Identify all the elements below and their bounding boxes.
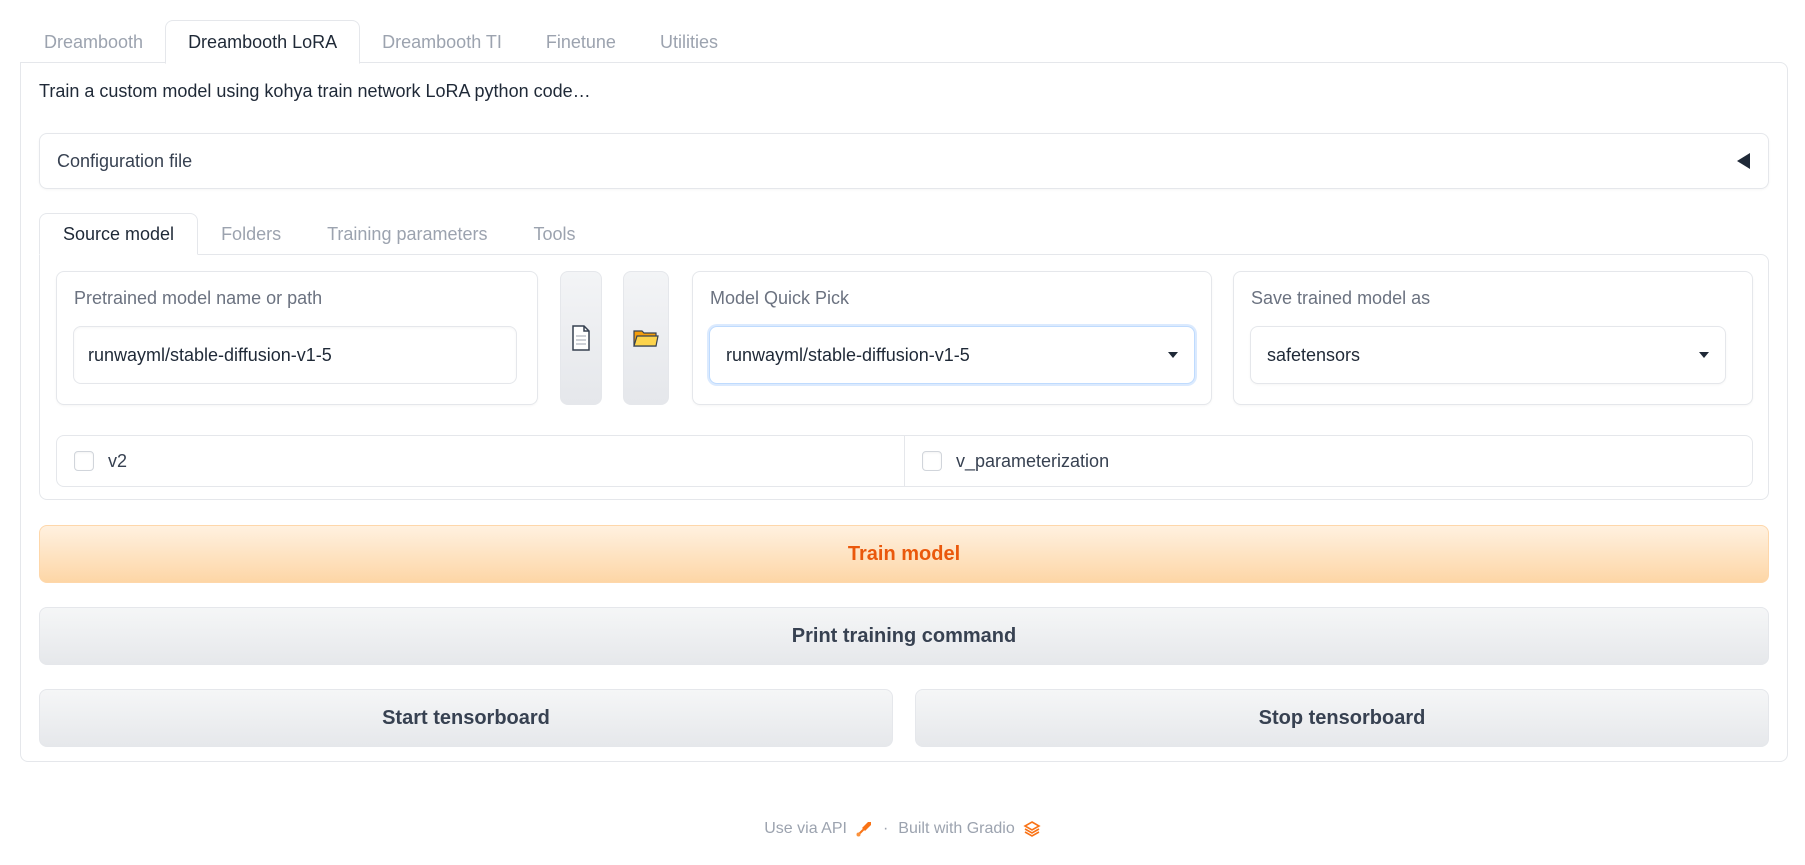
save-trained-model-dropdown[interactable]: safetensors	[1250, 326, 1726, 384]
checkbox-box[interactable]	[74, 451, 94, 471]
tab-tools[interactable]: Tools	[511, 213, 599, 255]
v2-checkbox[interactable]: v2	[57, 436, 904, 486]
pretrained-model-input[interactable]	[73, 326, 517, 384]
tab-utilities[interactable]: Utilities	[638, 20, 740, 64]
footer-separator: ·	[882, 820, 889, 837]
v2-label: v2	[108, 450, 128, 471]
print-training-command-button[interactable]: Print training command	[39, 607, 1769, 665]
use-via-api-label: Use via API	[764, 820, 847, 837]
model-quick-pick-label: Model Quick Pick	[710, 288, 850, 308]
chevron-down-icon	[1699, 352, 1709, 358]
v-parameterization-checkbox[interactable]: v_parameterization	[904, 436, 1752, 486]
built-with-gradio-label: Built with Gradio	[898, 820, 1015, 837]
gradio-logo-icon	[1023, 821, 1041, 837]
start-tensorboard-button[interactable]: Start tensorboard	[39, 689, 893, 747]
model-quick-pick-block: Model Quick Pick runwayml/stable-diffusi…	[692, 271, 1212, 405]
source-model-panel: Pretrained model name or path runwayml/s…	[39, 254, 1769, 500]
stop-tensorboard-button[interactable]: Stop tensorboard	[915, 689, 1769, 747]
model-quick-pick-value: runwayml/stable-diffusion-v1-5	[726, 344, 970, 365]
model-flags-row: v2 v_parameterization	[56, 435, 1753, 487]
train-model-button[interactable]: Train model	[39, 525, 1769, 583]
top-tab-bar: Dreambooth Dreambooth LoRA Dreambooth TI…	[22, 20, 740, 64]
pretrained-model-label: Pretrained model name or path	[74, 288, 323, 308]
save-trained-model-value: safetensors	[1267, 344, 1361, 365]
app-root: Dreambooth Dreambooth LoRA Dreambooth TI…	[0, 0, 1805, 865]
tab-folders[interactable]: Folders	[198, 213, 304, 255]
save-trained-model-label: Save trained model as	[1251, 288, 1431, 308]
configuration-file-accordion[interactable]: Configuration file	[39, 133, 1769, 189]
document-icon	[572, 325, 590, 351]
folder-icon	[633, 330, 659, 347]
triangle-left-icon	[1737, 153, 1750, 169]
tab-finetune[interactable]: Finetune	[524, 20, 638, 64]
tab-source-model[interactable]: Source model	[39, 213, 199, 255]
page-description: Train a custom model using kohya train n…	[39, 81, 591, 101]
tab-training-parameters[interactable]: Training parameters	[304, 213, 510, 255]
chevron-down-icon	[1168, 352, 1178, 358]
rocket-icon	[856, 822, 871, 837]
tab-dreambooth-ti[interactable]: Dreambooth TI	[360, 20, 524, 64]
configuration-file-label: Configuration file	[57, 150, 193, 171]
built-with-gradio-link[interactable]: Built with Gradio	[898, 820, 1041, 838]
save-trained-model-block: Save trained model as safetensors	[1233, 271, 1753, 405]
use-via-api-link[interactable]: Use via API	[764, 820, 873, 838]
select-file-button[interactable]	[560, 271, 602, 405]
checkbox-box[interactable]	[922, 451, 942, 471]
inner-tab-bar: Source model Folders Training parameters…	[39, 213, 599, 255]
model-quick-pick-dropdown[interactable]: runwayml/stable-diffusion-v1-5	[709, 326, 1195, 384]
v-parameterization-label: v_parameterization	[956, 450, 1110, 471]
select-folder-button[interactable]	[623, 271, 669, 405]
tab-dreambooth[interactable]: Dreambooth	[22, 20, 165, 64]
main-panel: Train a custom model using kohya train n…	[20, 62, 1788, 762]
footer: Use via API · Built with Gradio	[0, 820, 1805, 838]
pretrained-model-block: Pretrained model name or path	[56, 271, 538, 405]
tab-dreambooth-lora[interactable]: Dreambooth LoRA	[165, 20, 361, 64]
